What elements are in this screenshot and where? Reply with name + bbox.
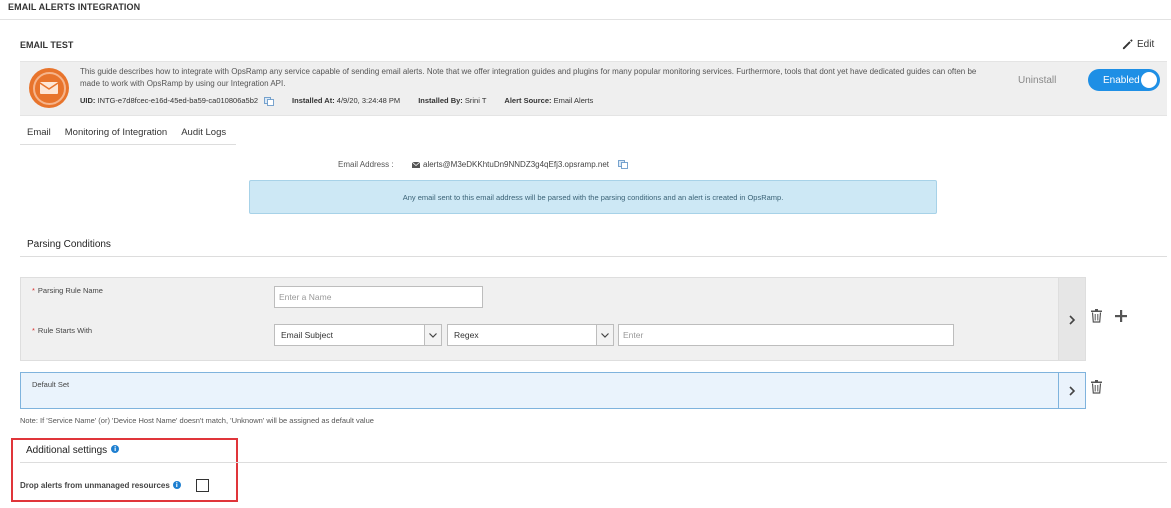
enabled-toggle-label: Enabled (1103, 74, 1140, 86)
integration-meta: UID: INTG-e7d8fcec-e16d-45ed-ba59-ca0108… (80, 96, 593, 106)
trash-icon[interactable] (1090, 380, 1103, 394)
envelope-icon (412, 161, 420, 168)
parsing-rule-panel (20, 277, 1086, 361)
chevron-right-icon[interactable] (1068, 315, 1076, 325)
enabled-toggle[interactable]: Enabled (1088, 69, 1160, 91)
tab-email[interactable]: Email (20, 122, 58, 144)
pencil-icon (1122, 39, 1133, 50)
alert-source-info: Alert Source: Email Alerts (504, 96, 594, 105)
integration-description: This guide describes how to integrate wi… (80, 67, 977, 88)
additional-settings-title: Additional settings i (26, 445, 120, 456)
parsing-rule-name-label: * Parsing Rule Name (32, 286, 103, 295)
section-divider (20, 256, 1167, 257)
email-integration-logo (29, 68, 69, 108)
info-icon[interactable]: i (172, 481, 181, 489)
toggle-knob (1141, 72, 1157, 88)
uid-info: UID: INTG-e7d8fcec-e16d-45ed-ba59-ca0108… (80, 96, 274, 106)
rule-field-select-value: Email Subject (281, 330, 333, 340)
parsing-conditions-title: Parsing Conditions (27, 239, 111, 250)
trash-icon[interactable] (1090, 309, 1103, 323)
drop-unmanaged-checkbox[interactable] (196, 479, 209, 492)
plus-icon[interactable] (1114, 309, 1128, 323)
rule-operator-select[interactable]: Regex (447, 324, 614, 346)
integration-name: EMAIL TEST (20, 40, 74, 50)
chevron-down-icon (596, 325, 613, 345)
email-address-label: Email Address : (338, 160, 394, 169)
rule-operator-select-value: Regex (454, 330, 479, 340)
top-divider (0, 19, 1171, 20)
rule-field-select[interactable]: Email Subject (274, 324, 442, 346)
default-set-label: Default Set (32, 380, 70, 389)
rule-starts-with-label: * Rule Starts With (32, 326, 93, 335)
parsing-rule-name-input[interactable]: Enter a Name (274, 286, 483, 308)
info-icon[interactable]: i (111, 445, 120, 453)
default-value-note: Note: If 'Service Name' (or) 'Device Hos… (20, 416, 374, 425)
drop-unmanaged-label: Drop alerts from unmanaged resources i (20, 481, 181, 490)
default-set-panel[interactable] (20, 372, 1086, 409)
page-title: EMAIL ALERTS INTEGRATION (8, 2, 141, 12)
email-address-value: alerts@M3eDKKhtuDn9NNDZ3g4qEfj3.opsramp.… (423, 160, 609, 169)
chevron-down-icon (424, 325, 441, 345)
chevron-right-icon[interactable] (1068, 386, 1076, 396)
rule-value-input[interactable]: Enter (618, 324, 954, 346)
envelope-icon (39, 82, 59, 94)
edit-button[interactable]: Edit (1122, 39, 1154, 50)
copy-icon[interactable] (618, 160, 628, 169)
section-divider (20, 462, 1167, 463)
tab-bar: Email Monitoring of Integration Audit Lo… (20, 122, 236, 145)
edit-label: Edit (1137, 39, 1155, 50)
tab-monitoring-of-integration[interactable]: Monitoring of Integration (58, 122, 174, 144)
email-address: alerts@M3eDKKhtuDn9NNDZ3g4qEfj3.opsramp.… (412, 160, 628, 169)
tab-audit-logs[interactable]: Audit Logs (174, 122, 233, 144)
installed-at-info: Installed At: 4/9/20, 3:24:48 PM (292, 96, 401, 105)
uninstall-button[interactable]: Uninstall (1018, 75, 1056, 86)
installed-by-info: Installed By: Srini T (418, 96, 487, 105)
copy-icon[interactable] (264, 96, 274, 106)
email-info-alert: Any email sent to this email address wil… (249, 180, 937, 214)
